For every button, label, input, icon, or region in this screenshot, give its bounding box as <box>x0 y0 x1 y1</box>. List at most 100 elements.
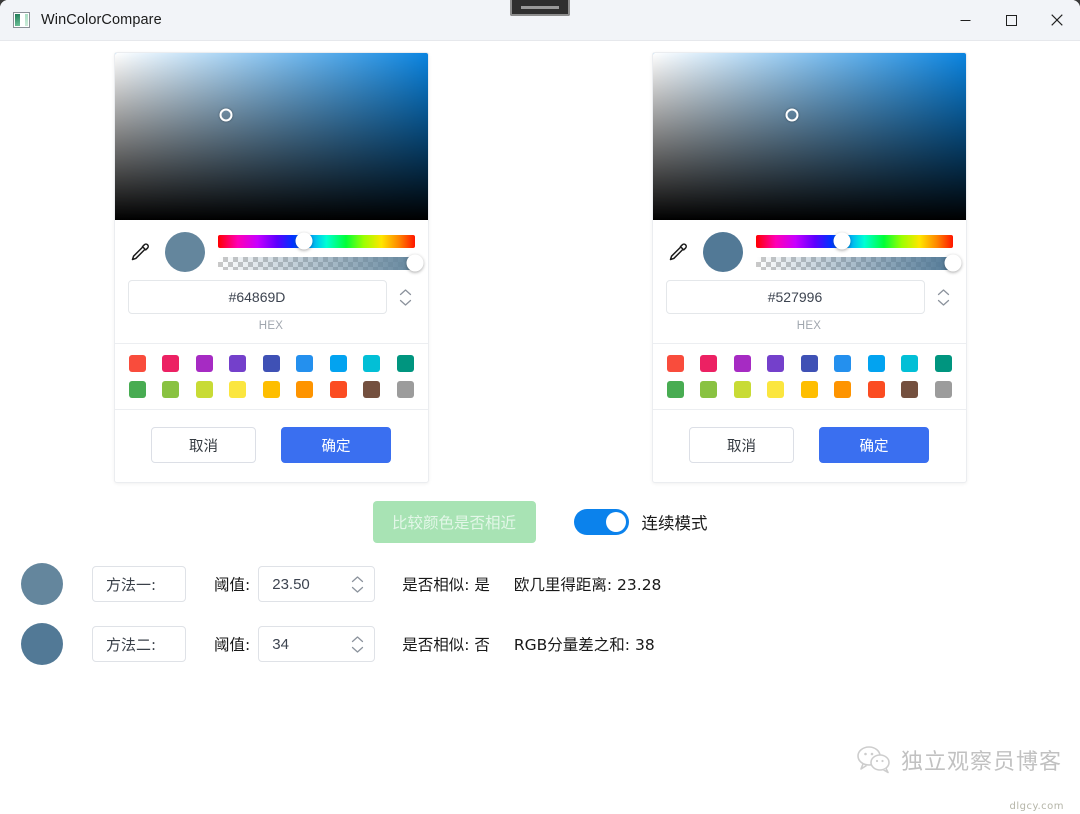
app-window-icon <box>13 12 30 28</box>
swatch[interactable] <box>329 381 347 398</box>
swatch[interactable] <box>666 381 684 398</box>
watermark-text: 独立观察员博客 <box>900 750 1062 775</box>
confirm-button-left[interactable]: 确定 <box>281 427 391 463</box>
hex-row-right: #527996 <box>653 280 966 314</box>
hue-slider-knob-left[interactable] <box>295 232 313 250</box>
hue-slider-knob-right[interactable] <box>833 232 851 250</box>
cancel-button-right[interactable]: 取消 <box>689 427 794 463</box>
threshold-label-two: 阈值: <box>214 636 251 654</box>
swatch[interactable] <box>666 355 684 372</box>
watermark-url: dlgcy.com <box>1009 801 1064 812</box>
swatch[interactable] <box>128 355 146 372</box>
swatch[interactable] <box>229 381 246 398</box>
wechat-icon <box>857 746 890 774</box>
continuous-mode-group: 连续模式 <box>573 509 708 535</box>
method-label-two[interactable]: 方法二: <box>92 626 186 662</box>
eyedropper-icon[interactable] <box>666 238 690 266</box>
close-icon <box>1051 14 1063 26</box>
results-section: 方法一: 阈值: 23.50 是否相似: 是 欧几里得距离: 23.28 方法二 <box>0 563 1080 665</box>
sv-cursor-right[interactable] <box>785 108 799 122</box>
threshold-input-one[interactable]: 23.50 <box>258 566 376 602</box>
title-bar[interactable]: WinColorCompare <box>0 0 1080 41</box>
spinner-up-down-icon[interactable] <box>397 282 415 312</box>
hex-input-right[interactable]: #527996 <box>665 280 925 314</box>
picker-controls-left <box>115 220 428 280</box>
result-color-dot <box>21 563 63 605</box>
hue-slider-left[interactable] <box>217 232 415 250</box>
swatch[interactable] <box>834 381 851 398</box>
alpha-slider-knob-left[interactable] <box>406 254 423 272</box>
threshold-input-two[interactable]: 34 <box>258 626 376 662</box>
swatch-row <box>666 381 952 398</box>
cancel-button-left[interactable]: 取消 <box>151 427 256 463</box>
continuous-mode-toggle[interactable] <box>573 509 629 535</box>
swatch[interactable] <box>195 381 213 398</box>
method-label-one[interactable]: 方法一: <box>92 566 186 602</box>
compare-colors-button[interactable]: 比较颜色是否相近 <box>372 501 536 543</box>
sv-cursor-left[interactable] <box>219 108 233 122</box>
swatch[interactable] <box>767 355 784 372</box>
hex-row-left: #64869D <box>115 280 428 314</box>
alpha-slider-knob-right[interactable] <box>944 254 961 272</box>
swatch[interactable] <box>363 355 380 372</box>
swatch[interactable] <box>733 381 751 398</box>
swatch[interactable] <box>296 381 313 398</box>
metric-result-two: RGB分量差之和: 38 <box>513 636 655 654</box>
swatch[interactable] <box>296 355 313 372</box>
swatch[interactable] <box>700 355 717 372</box>
swatch[interactable] <box>800 381 818 398</box>
metric-result-one: 欧几里得距离: 23.28 <box>513 576 662 594</box>
minimize-button[interactable] <box>942 0 988 41</box>
swatch[interactable] <box>834 355 851 372</box>
window-content: #64869D HEX 取消 确定 #527996 HEX 取消 确定 比较颜色… <box>0 41 1080 814</box>
result-color-dot <box>21 623 63 665</box>
swatch-row <box>128 381 414 398</box>
swatch[interactable] <box>195 355 213 372</box>
alpha-slider-left[interactable] <box>217 254 423 272</box>
swatch[interactable] <box>396 355 414 372</box>
hex-input-left[interactable]: #64869D <box>127 280 387 314</box>
swatch[interactable] <box>262 355 280 372</box>
swatch[interactable] <box>162 381 179 398</box>
spinner-up-down-icon[interactable] <box>935 282 953 312</box>
similarity-result-two: 是否相似: 否 <box>402 636 490 654</box>
swatch[interactable] <box>767 381 784 398</box>
eyedropper-icon[interactable] <box>128 238 152 266</box>
swatch-row <box>128 355 414 372</box>
swatch[interactable] <box>262 381 280 398</box>
color-preview-dot-left <box>164 232 205 272</box>
swatch[interactable] <box>700 381 717 398</box>
swatch[interactable] <box>867 355 885 372</box>
confirm-button-right[interactable]: 确定 <box>819 427 929 463</box>
swatch[interactable] <box>329 355 347 372</box>
swatch[interactable] <box>128 381 146 398</box>
watermark: 独立观察员博客 <box>856 744 1062 776</box>
swatch[interactable] <box>901 355 918 372</box>
swatch-row <box>666 355 952 372</box>
swatch[interactable] <box>396 381 414 398</box>
spinner-up-down-icon[interactable] <box>348 569 366 599</box>
swatch[interactable] <box>934 381 952 398</box>
swatch[interactable] <box>800 355 818 372</box>
maximize-button[interactable] <box>988 0 1034 41</box>
swatch[interactable] <box>867 381 885 398</box>
toggle-thumb <box>605 512 626 532</box>
swatch[interactable] <box>363 381 380 398</box>
swatch[interactable] <box>162 355 179 372</box>
hex-format-label-left: HEX <box>258 320 284 332</box>
picker-controls-right <box>653 220 966 280</box>
alpha-slider-right[interactable] <box>755 254 961 272</box>
title-bar-left: WinColorCompare <box>0 12 162 28</box>
minimize-icon <box>960 19 970 21</box>
app-window: WinColorCompare #64869D HEX 取消 确定 #52799… <box>0 0 1080 814</box>
saturation-value-area-right[interactable] <box>652 53 966 220</box>
maximize-icon <box>1005 14 1017 26</box>
swatch[interactable] <box>229 355 246 372</box>
swatch[interactable] <box>901 381 918 398</box>
saturation-value-area-left[interactable] <box>114 53 428 220</box>
close-button[interactable] <box>1034 0 1080 41</box>
spinner-up-down-icon[interactable] <box>348 629 366 659</box>
swatch[interactable] <box>934 355 952 372</box>
swatch[interactable] <box>733 355 751 372</box>
hue-slider-right[interactable] <box>755 232 953 250</box>
